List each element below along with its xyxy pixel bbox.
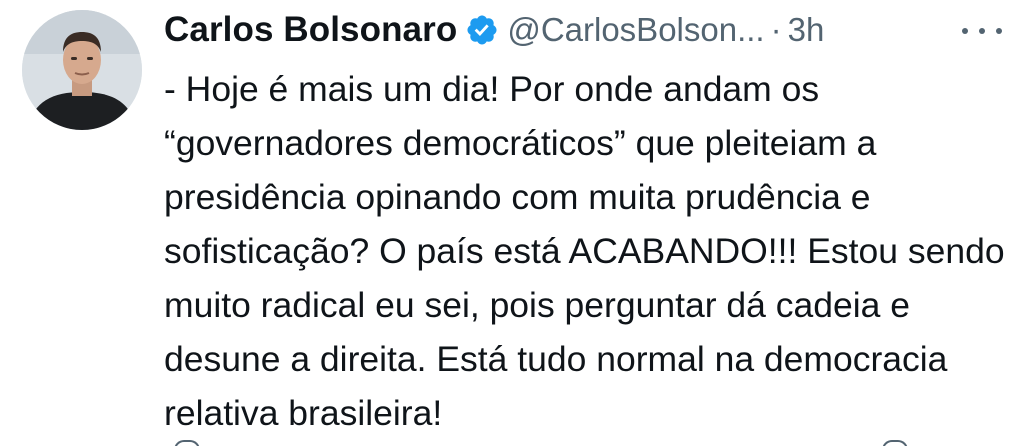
verified-badge-icon <box>465 13 499 47</box>
avatar[interactable] <box>22 10 142 130</box>
tweet-header: Carlos Bolsonaro @CarlosBolson... · 3h <box>164 6 1024 54</box>
more-dot <box>979 28 985 34</box>
more-dot <box>996 28 1002 34</box>
author-handle[interactable]: @CarlosBolson... <box>507 11 764 49</box>
tweet[interactable]: Carlos Bolsonaro @CarlosBolson... · 3h -… <box>0 0 1024 446</box>
separator-dot: · <box>770 11 782 48</box>
timestamp[interactable]: 3h <box>788 11 825 49</box>
action-bar <box>164 436 1024 446</box>
author-name[interactable]: Carlos Bolsonaro <box>164 10 457 50</box>
share-icon[interactable] <box>882 440 908 446</box>
tweet-text: - Hoje é mais um dia! Por onde andam os … <box>164 69 1005 433</box>
reply-icon[interactable] <box>174 440 200 446</box>
more-options-icon[interactable] <box>962 22 1002 40</box>
more-dot <box>962 28 968 34</box>
avatar-photo <box>22 10 142 130</box>
